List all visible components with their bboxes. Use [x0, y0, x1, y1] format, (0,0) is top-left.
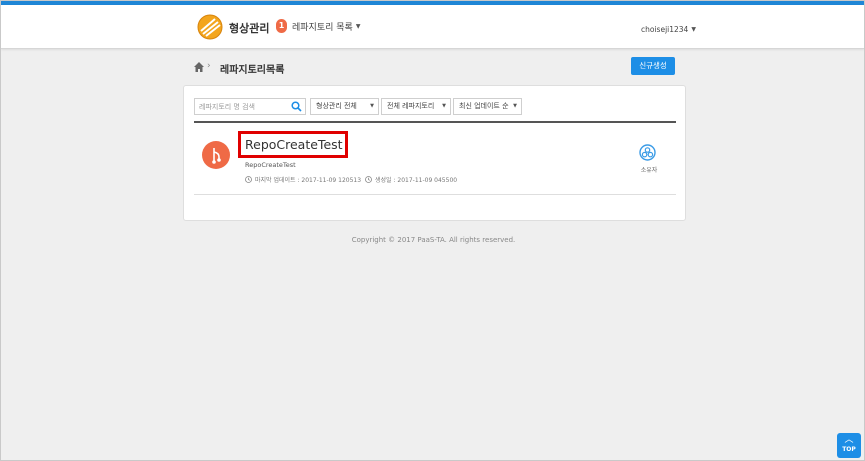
home-icon[interactable] — [193, 61, 205, 73]
chevron-down-icon: ▼ — [513, 103, 517, 109]
user-name: choiseji1234 — [641, 25, 689, 34]
repo-last-updated-text: 마지막 업데이트 : 2017-11-09 120513 — [255, 177, 362, 184]
scroll-to-top-button[interactable]: ︿ TOP — [837, 433, 861, 458]
repo-type-filter-dropdown[interactable]: 전체 레파지토리 ▼ — [381, 98, 451, 115]
logo-icon[interactable] — [197, 14, 223, 40]
repo-search-input[interactable] — [195, 99, 289, 114]
chevron-down-icon: ▼ — [370, 103, 374, 109]
chevron-down-icon: ▼ — [355, 22, 361, 30]
git-branch-icon — [202, 141, 230, 169]
sort-order-value: 최신 업데이트 순 — [459, 102, 509, 110]
search-icon[interactable] — [291, 101, 302, 112]
breadcrumb-separator-icon: › — [207, 61, 211, 71]
top-header: 형상관리 1 레파지토리 목록 ▼ choiseji1234 ▼ — [1, 5, 864, 49]
repo-created-text: 생성일 : 2017-11-09 045500 — [375, 177, 458, 184]
repo-list-panel: 형상관리 전체 ▼ 전체 레파지토리 ▼ 최신 업데이트 순 ▼ RepoCre… — [183, 85, 686, 221]
repo-description: RepoCreateTest — [245, 161, 296, 169]
sort-order-dropdown[interactable]: 최신 업데이트 순 ▼ — [453, 98, 522, 115]
owner-role-label: 소유자 — [640, 167, 658, 174]
chevron-up-icon: ︿ — [844, 435, 854, 445]
repo-list-menu[interactable]: 1 레파지토리 목록 ▼ — [276, 19, 360, 33]
scroll-to-top-label: TOP — [842, 446, 856, 453]
list-divider — [194, 194, 676, 195]
chevron-down-icon: ▼ — [442, 103, 446, 109]
list-divider — [194, 121, 676, 123]
clock-icon — [245, 176, 252, 183]
browser-viewport: 형상관리 1 레파지토리 목록 ▼ choiseji1234 ▼ › 레파지토리… — [0, 0, 865, 461]
app-title[interactable]: 형상관리 — [229, 20, 269, 36]
owner-role-icon — [639, 144, 656, 161]
repo-list-menu-label: 레파지토리 목록 — [292, 22, 353, 33]
repo-type-filter-value: 전체 레파지토리 — [387, 102, 435, 110]
create-repo-button[interactable]: 신규생성 — [631, 57, 675, 75]
clock-icon — [365, 176, 372, 183]
footer-copyright: Copyright © 2017 PaaS-TA. All rights res… — [351, 236, 516, 244]
repo-last-updated: 마지막 업데이트 : 2017-11-09 120513 — [245, 175, 361, 184]
scope-filter-dropdown[interactable]: 형상관리 전체 ▼ — [310, 98, 379, 115]
page-title: 레파지토리목록 — [220, 65, 285, 76]
user-menu[interactable]: choiseji1234 ▼ — [641, 25, 696, 34]
scope-filter-value: 형상관리 전체 — [316, 102, 357, 110]
search-box — [194, 98, 306, 115]
repo-count-badge: 1 — [276, 19, 287, 33]
repo-created: 생성일 : 2017-11-09 045500 — [365, 175, 457, 184]
repo-name-link[interactable]: RepoCreateTest — [245, 137, 343, 152]
chevron-down-icon: ▼ — [691, 26, 696, 33]
